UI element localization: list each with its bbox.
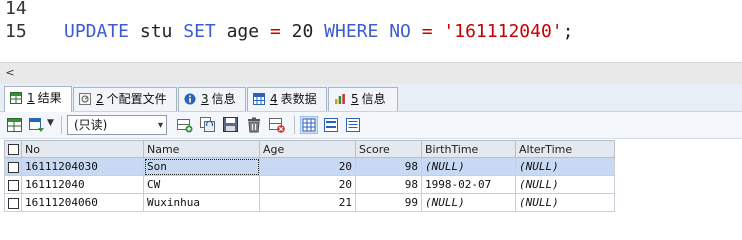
chevron-down-icon: ▾ [157, 120, 163, 131]
checkbox-icon [7, 144, 19, 155]
cell-altertime[interactable]: (NULL) [515, 193, 615, 212]
column-header[interactable]: BirthTime [421, 140, 516, 158]
column-header[interactable]: AlterTime [515, 140, 615, 158]
tab-label: 信息 [211, 92, 236, 106]
tab-number: 1 [27, 91, 35, 105]
grid-result-icon [10, 92, 22, 104]
table-row[interactable]: 16111204030 Son 20 98 (NULL) (NULL) [4, 157, 615, 176]
table-row[interactable]: 161112040 CW 20 98 1998-02-07 (NULL) [4, 175, 615, 194]
chart-info-icon [335, 94, 345, 104]
grid-view-icon[interactable] [300, 116, 318, 134]
sql-operator: = [421, 21, 433, 42]
cell-age[interactable]: 20 [259, 175, 356, 194]
tab-result[interactable]: 1 结果 [4, 86, 72, 112]
table-row[interactable]: 16111204060 Wuxinhua 21 99 (NULL) (NULL) [4, 193, 615, 212]
tab-number: 3 [201, 92, 209, 106]
sql-keyword: SET [183, 21, 216, 42]
info-icon [184, 93, 196, 105]
tab-number: 4 [270, 92, 278, 106]
tab-number: 2 [96, 92, 104, 106]
sql-identifier: age [226, 21, 260, 42]
sql-identifier-no: NO [389, 21, 411, 42]
profile-icon [79, 93, 91, 105]
sql-keyword: UPDATE [64, 21, 130, 42]
tab-info-2[interactable]: 5 信息 [328, 87, 398, 111]
column-header[interactable]: No [21, 140, 144, 158]
sql-code-line[interactable]: UPDATE stu SET age = 20 WHERE NO = '1611… [64, 21, 573, 43]
cell-age[interactable]: 20 [259, 157, 356, 176]
cell-name[interactable]: Son [143, 157, 260, 176]
result-tab-bar: 1 结果 2 个配置文件 3 信息 4 表数据 5信息 [0, 84, 742, 112]
cell-no[interactable]: 16111204060 [21, 193, 144, 212]
cell-no[interactable]: 161112040 [21, 175, 144, 194]
result-toolbar: ▼ (只读) ▾ [0, 112, 742, 139]
form-view-icon[interactable] [322, 116, 340, 134]
sql-operator: = [269, 21, 281, 42]
duplicate-row-icon[interactable] [199, 116, 217, 134]
cell-birthtime[interactable]: (NULL) [421, 193, 516, 212]
tab-table-data[interactable]: 4 表数据 [247, 87, 327, 111]
cell-name[interactable]: CW [143, 175, 260, 194]
sql-string: '161112040' [443, 21, 563, 42]
delete-icon[interactable] [245, 116, 263, 134]
cancel-changes-icon[interactable] [268, 116, 286, 134]
checkbox-icon [7, 179, 19, 191]
grid-mode-icon[interactable] [28, 116, 46, 134]
line-number: 15 [5, 21, 27, 42]
column-header[interactable]: Name [143, 140, 260, 158]
cell-altertime[interactable]: (NULL) [515, 157, 615, 176]
cell-name[interactable]: Wuxinhua [143, 193, 260, 212]
row-checkbox[interactable] [4, 157, 22, 176]
cell-score[interactable]: 98 [355, 157, 422, 176]
toolbar-divider [61, 116, 62, 134]
sql-number: 20 [291, 21, 314, 42]
tab-label: 个配置文件 [106, 92, 167, 106]
export-grid-icon[interactable] [6, 116, 24, 134]
column-header[interactable]: Age [259, 140, 356, 158]
cell-altertime[interactable]: (NULL) [515, 175, 615, 194]
toolbar-divider [294, 116, 295, 134]
sql-identifier: stu [139, 21, 173, 42]
text-view-icon[interactable] [344, 116, 362, 134]
scroll-left-arrow-icon[interactable]: < [3, 65, 17, 81]
cell-birthtime[interactable]: 1998-02-07 [421, 175, 516, 194]
cell-score[interactable]: 98 [355, 175, 422, 194]
sql-keyword: WHERE [324, 21, 379, 42]
tab-label: 结果 [37, 91, 62, 105]
tab-info[interactable]: 3 信息 [178, 87, 246, 111]
checkbox-icon [7, 161, 19, 173]
select-all-checkbox[interactable] [4, 140, 22, 158]
sql-editor[interactable]: 14 15 UPDATE stu SET age = 20 WHERE NO =… [0, 0, 742, 62]
sql-semicolon: ; [562, 21, 574, 42]
cell-no[interactable]: 16111204030 [21, 157, 144, 176]
insert-row-icon[interactable] [176, 116, 194, 134]
row-checkbox[interactable] [4, 193, 22, 212]
grid-header-row: No Name Age Score BirthTime AlterTime [4, 140, 615, 158]
column-header[interactable]: Score [355, 140, 422, 158]
tab-profile[interactable]: 2 个配置文件 [73, 87, 177, 111]
table-data-icon [253, 93, 265, 105]
editor-horizontal-scrollbar[interactable]: < [0, 62, 742, 84]
chevron-down-icon[interactable]: ▼ [47, 118, 54, 128]
result-grid: No Name Age Score BirthTime AlterTime 16… [4, 140, 615, 212]
tab-number: 5 [351, 92, 359, 106]
cell-birthtime[interactable]: (NULL) [421, 157, 516, 176]
tab-label: 信息 [361, 92, 386, 106]
readonly-select-value: (只读) [74, 118, 108, 132]
line-number: 14 [5, 0, 27, 19]
cell-score[interactable]: 99 [355, 193, 422, 212]
tab-label: 表数据 [280, 92, 317, 106]
line-number-gutter: 14 15 [0, 0, 56, 62]
row-checkbox[interactable] [4, 175, 22, 194]
readonly-select[interactable]: (只读) ▾ [67, 115, 167, 135]
cell-age[interactable]: 21 [259, 193, 356, 212]
checkbox-icon [7, 197, 19, 209]
save-icon[interactable] [222, 116, 240, 134]
